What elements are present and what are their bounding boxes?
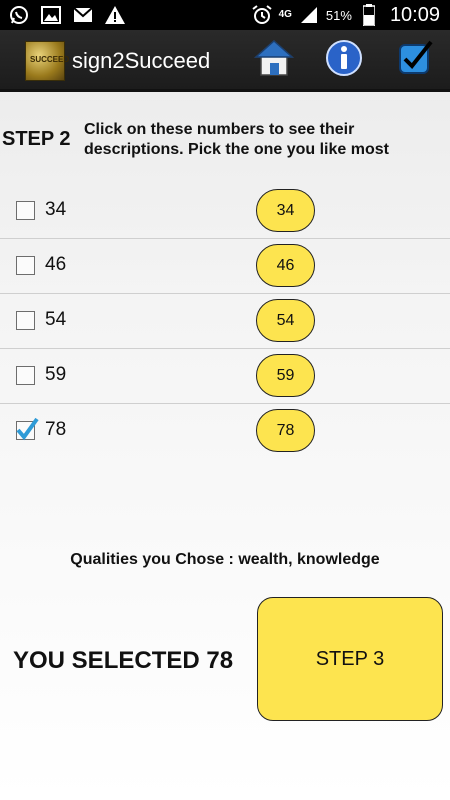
list-item: 34 34 (0, 184, 450, 239)
number-label: 54 (45, 309, 67, 330)
warning-icon (104, 4, 126, 26)
qualities-text: Qualities you Chose : wealth, knowledge (70, 551, 380, 568)
step-label: STEP 2 (2, 128, 71, 150)
number-checkbox[interactable] (16, 256, 35, 275)
number-button[interactable]: 54 (256, 299, 315, 342)
check-button[interactable] (396, 40, 436, 80)
number-label: 34 (45, 199, 67, 220)
list-item: 46 46 (0, 239, 450, 294)
status-bar: 4G 51% 10:09 (0, 0, 450, 30)
step3-button[interactable]: STEP 3 (257, 597, 443, 721)
signal-icon (298, 4, 320, 26)
battery-percent: 51% (325, 7, 352, 23)
number-checkbox[interactable] (16, 311, 35, 330)
whatsapp-icon (8, 4, 30, 26)
battery-icon (358, 4, 380, 26)
number-button[interactable]: 59 (256, 354, 315, 397)
info-button[interactable] (324, 39, 364, 82)
app-title: sign2Succeed (72, 48, 211, 73)
selected-text: YOU SELECTED 78 (13, 647, 234, 674)
number-button[interactable]: 46 (256, 244, 315, 287)
gmail-icon (72, 4, 94, 26)
app-logo: SUCCEED (25, 41, 69, 81)
number-label: 46 (45, 254, 67, 275)
list-item: 59 59 (0, 349, 450, 404)
notification-icons (8, 4, 126, 26)
system-status: 4G 51% 10:09 (251, 0, 440, 30)
network-type: 4G (278, 9, 292, 20)
number-label: 59 (45, 364, 67, 385)
number-button[interactable]: 34 (256, 189, 315, 232)
home-button[interactable] (254, 39, 294, 82)
info-icon (325, 39, 363, 82)
number-checkbox-checked[interactable] (16, 417, 39, 441)
number-checkbox[interactable] (16, 201, 35, 220)
list-item: 78 78 (0, 404, 450, 459)
checkbox-icon (397, 39, 435, 82)
alarm-icon (251, 4, 273, 26)
action-bar: SUCCEED sign2Succeed (0, 30, 450, 92)
checkmark-icon (16, 417, 39, 441)
step-description: Click on these numbers to see their desc… (84, 121, 389, 158)
number-label: 78 (45, 419, 67, 440)
number-checkbox[interactable] (16, 366, 35, 385)
app-logo-text: SUCCEED (30, 55, 70, 64)
image-icon (40, 4, 62, 26)
home-icon (254, 39, 294, 82)
number-button[interactable]: 78 (256, 409, 315, 452)
clock: 10:09 (389, 3, 440, 26)
list-item: 54 54 (0, 294, 450, 349)
